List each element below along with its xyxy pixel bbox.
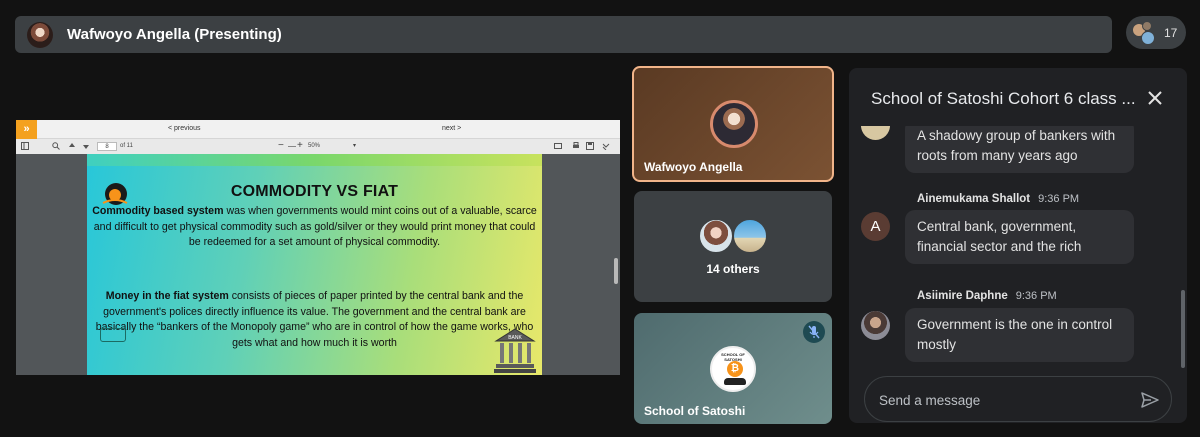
chat-scrollbar[interactable]	[1181, 290, 1185, 368]
slide-term-fiat: Money in the fiat system	[105, 290, 229, 302]
pdf-canvas: COMMODITY VS FIAT Commodity based system…	[16, 154, 620, 375]
message-list[interactable]: A shadowy group of bankers with roots fr…	[849, 126, 1187, 371]
send-icon[interactable]	[1139, 389, 1161, 411]
slide-paragraph-commodity: Commodity based system was when governme…	[91, 204, 538, 251]
page-down-icon[interactable]	[82, 142, 90, 150]
bank-label: BANK	[508, 335, 522, 341]
print-icon[interactable]	[572, 142, 580, 150]
previous-slide-edge	[87, 154, 542, 166]
slide-page: COMMODITY VS FIAT Commodity based system…	[87, 166, 542, 375]
pdf-toolbar: 8 of 11 − + 50% ▾	[16, 139, 620, 154]
message-bubble: Government is the one in control mostly	[905, 308, 1134, 362]
mic-off-icon	[803, 321, 825, 343]
presenter-avatar	[27, 21, 53, 48]
slide-title: COMMODITY VS FIAT	[230, 183, 399, 200]
zoom-separator	[288, 146, 296, 147]
participant-count: 17	[1164, 25, 1178, 40]
tile-presenter[interactable]: Wafwoyo Angella	[632, 66, 834, 182]
chat-panel: School of Satoshi Cohort 6 class ... A s…	[849, 68, 1187, 423]
download-icon[interactable]	[586, 142, 594, 150]
participants-chip[interactable]: 17	[1126, 16, 1186, 49]
others-count-label: 14 others	[706, 262, 760, 276]
bank-icon: BANK	[494, 328, 536, 373]
participant-avatars	[1132, 20, 1158, 45]
avatar: A	[861, 212, 890, 241]
message-bubble: Central bank, government, financial sect…	[905, 210, 1134, 264]
message-time: 9:36 PM	[1015, 290, 1057, 302]
avatar	[732, 218, 768, 254]
zoom-in-button[interactable]: +	[297, 140, 303, 151]
message-time: 9:36 PM	[1038, 193, 1080, 205]
message-sender: Ainemukama Shallot	[917, 193, 1031, 205]
page-number-input[interactable]: 8	[97, 142, 117, 151]
page-count: of 11	[120, 143, 133, 149]
close-icon[interactable]	[1143, 86, 1167, 110]
bitcoin-icon: ₿	[727, 361, 743, 377]
slide-paragraph-fiat: Money in the fiat system consists of pie…	[91, 289, 538, 351]
presenter-name: Wafwoyo Angella (Presenting)	[67, 26, 282, 43]
avatar	[698, 218, 734, 254]
zoom-select[interactable]: 50%	[308, 143, 320, 149]
message-header: Ainemukama Shallot 9:36 PM	[917, 193, 1079, 205]
tools-icon[interactable]	[602, 142, 610, 150]
sidebar-toggle-icon[interactable]	[21, 142, 29, 150]
tile-name: School of Satoshi	[644, 404, 746, 418]
avatar	[861, 311, 890, 340]
message-header: Asiimire Daphne 9:36 PM	[917, 290, 1057, 302]
tile-name: Wafwoyo Angella	[644, 160, 743, 174]
hands-icon	[724, 378, 746, 385]
slide-term-commodity: Commodity based system	[92, 205, 224, 217]
next-link[interactable]: next >	[442, 125, 461, 132]
presentation-view: » < previous next > 8 of 11 − + 50% ▾ CO…	[16, 120, 620, 375]
presentation-mode-icon[interactable]	[554, 142, 562, 150]
zoom-out-button[interactable]: −	[278, 140, 284, 151]
chat-title: School of Satoshi Cohort 6 class ...	[871, 89, 1136, 108]
page-up-icon[interactable]	[68, 142, 76, 150]
pdf-nav-bar: » < previous next >	[16, 120, 620, 139]
presenter-bar: Wafwoyo Angella (Presenting)	[15, 16, 1112, 53]
tile-school-of-satoshi[interactable]: SCHOOL OF SATOSHI ₿ School of Satoshi	[634, 313, 832, 424]
banknote-icon	[100, 328, 126, 342]
message-input[interactable]	[879, 390, 1119, 410]
pdf-scrollbar[interactable]	[614, 258, 618, 284]
school-logo: SCHOOL OF SATOSHI ₿	[710, 346, 756, 392]
message-composer	[864, 376, 1172, 422]
tile-others[interactable]: 14 others	[634, 191, 832, 302]
avatar	[861, 126, 890, 140]
chevron-down-icon: ▾	[353, 143, 357, 149]
previous-link[interactable]: < previous	[168, 125, 201, 132]
expand-icon[interactable]: »	[16, 120, 37, 139]
avatar	[710, 100, 758, 148]
message-sender: Asiimire Daphne	[917, 290, 1008, 302]
message-bubble: A shadowy group of bankers with roots fr…	[905, 126, 1134, 173]
meet-window: Wafwoyo Angella (Presenting) 17 » < prev…	[0, 0, 1200, 437]
find-icon[interactable]	[52, 142, 60, 150]
